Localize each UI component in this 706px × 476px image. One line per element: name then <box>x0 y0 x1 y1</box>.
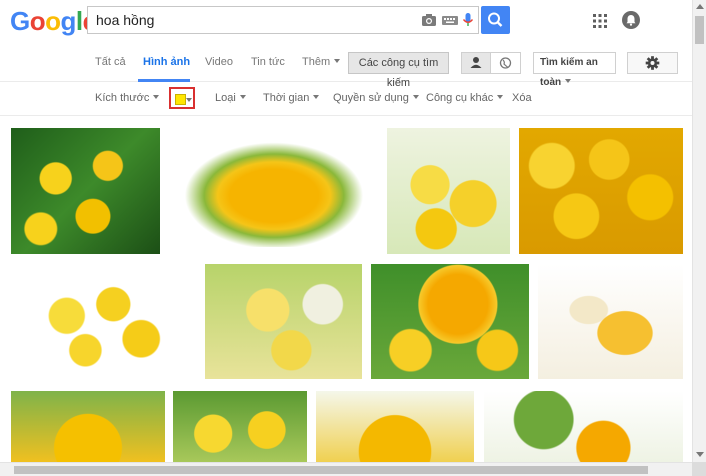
search-nav: Tất cả Hình ảnh Video Tin tức Thêm Các c… <box>0 42 692 89</box>
time-filter[interactable]: Thời gian <box>263 92 320 104</box>
public-results-button[interactable] <box>490 52 521 74</box>
clear-filters-link[interactable]: Xóa <box>512 92 532 104</box>
image-result[interactable] <box>11 128 160 254</box>
scroll-up-icon[interactable] <box>696 4 704 9</box>
type-filter-label: Loại <box>215 92 236 104</box>
tab-all[interactable]: Tất cả <box>95 56 126 68</box>
image-result[interactable] <box>371 264 529 379</box>
bell-icon <box>626 15 636 26</box>
logo-letter: o <box>29 6 46 36</box>
image-result[interactable] <box>169 133 379 247</box>
logo-letter: G <box>10 6 30 36</box>
chevron-down-icon <box>334 59 341 63</box>
size-filter-label: Kích thước <box>95 92 150 104</box>
usage-rights-filter[interactable]: Quyền sử dụng <box>333 92 419 104</box>
gear-icon <box>645 56 660 70</box>
usage-rights-label: Quyền sử dụng <box>333 92 409 104</box>
logo-letter: o <box>45 6 61 36</box>
yellow-color-swatch <box>175 94 186 105</box>
image-result[interactable] <box>484 391 683 462</box>
search-tools-button[interactable]: Các công cụ tìm kiếm <box>348 52 449 89</box>
more-tools-label: Công cụ khác <box>426 92 494 104</box>
settings-button[interactable] <box>627 52 678 74</box>
chevron-down-icon <box>186 98 192 102</box>
time-filter-label: Thời gian <box>263 92 310 104</box>
image-result[interactable] <box>11 391 165 462</box>
camera-icon[interactable] <box>421 12 437 28</box>
private-results-button[interactable] <box>461 52 491 74</box>
keyboard-icon[interactable] <box>442 12 458 28</box>
search-input[interactable] <box>96 7 416 33</box>
tab-video[interactable]: Video <box>205 56 233 68</box>
tab-news[interactable]: Tin tức <box>251 56 285 68</box>
search-icon <box>488 12 503 27</box>
safe-search-dropdown[interactable]: Tìm kiếm an toàn <box>533 52 616 88</box>
image-result[interactable] <box>316 391 474 462</box>
image-result[interactable] <box>173 391 307 462</box>
scroll-down-icon[interactable] <box>696 452 704 457</box>
top-bar: Google <box>0 0 692 42</box>
globe-icon <box>499 57 512 69</box>
tab-more[interactable]: Thêm <box>302 56 341 68</box>
microphone-icon[interactable] <box>460 12 476 28</box>
chevron-down-icon <box>239 95 246 99</box>
scrollbar-corner <box>692 462 706 476</box>
search-button[interactable] <box>481 6 510 34</box>
logo-letter: g <box>60 6 77 36</box>
vertical-scroll-thumb[interactable] <box>695 16 704 44</box>
image-result[interactable] <box>538 264 683 379</box>
size-filter[interactable]: Kích thước <box>95 92 160 104</box>
more-tools-filter[interactable]: Công cụ khác <box>426 92 504 104</box>
image-result[interactable] <box>519 128 683 254</box>
color-filter[interactable] <box>169 87 195 109</box>
image-result[interactable] <box>11 264 197 379</box>
horizontal-scrollbar[interactable] <box>0 462 692 476</box>
image-result[interactable] <box>387 128 510 254</box>
horizontal-scroll-thumb[interactable] <box>14 466 648 474</box>
chevron-down-icon <box>497 95 504 99</box>
type-filter[interactable]: Loại <box>215 92 246 104</box>
google-logo[interactable]: Google <box>10 6 97 36</box>
search-box <box>87 6 479 34</box>
chevron-down-icon <box>313 95 320 99</box>
logo-letter: l <box>75 6 83 36</box>
vertical-scrollbar[interactable] <box>692 0 706 462</box>
chevron-down-icon <box>412 95 419 99</box>
tab-images[interactable]: Hình ảnh <box>143 56 190 68</box>
image-result[interactable] <box>205 264 362 379</box>
apps-icon[interactable] <box>593 14 607 28</box>
chevron-down-icon <box>153 95 160 99</box>
image-tools-bar: Kích thước Loại Thời gian Quyền sử dụng … <box>0 82 692 116</box>
tab-more-label: Thêm <box>302 56 331 68</box>
person-icon <box>470 57 482 68</box>
notifications-icon[interactable] <box>622 11 640 29</box>
